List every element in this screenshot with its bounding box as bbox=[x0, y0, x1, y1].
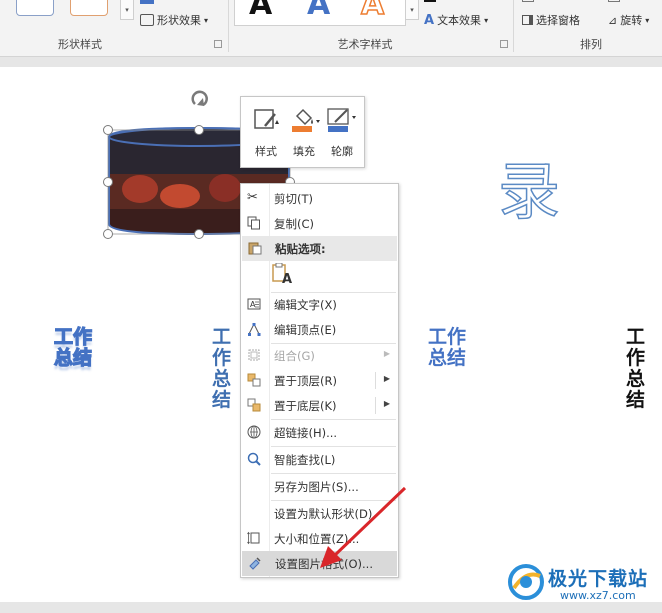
fill-button[interactable]: 填充 bbox=[285, 103, 323, 161]
split-divider bbox=[375, 372, 376, 389]
shape-style-thumbnail[interactable] bbox=[16, 0, 54, 16]
title-line: 工作 bbox=[626, 327, 646, 369]
shape-effects-icon bbox=[140, 14, 154, 26]
title-line: 总结 bbox=[428, 347, 467, 369]
ribbon: ▾ ▔▔▔▔ 形状效果 ▾ 形状样式 A A A ▾ A 文本效果 ▾ 艺术字样… bbox=[0, 0, 662, 57]
fill-bucket-icon bbox=[292, 108, 320, 132]
send-to-back-icon bbox=[247, 398, 261, 412]
menu-item-edit-text[interactable]: A 编辑文字(X) bbox=[241, 292, 398, 317]
wordart-gallery[interactable]: A A A bbox=[234, 0, 406, 26]
wordart-sample-black[interactable]: A bbox=[249, 0, 272, 22]
wordart-sample-blue[interactable]: A bbox=[307, 0, 330, 22]
split-divider bbox=[375, 397, 376, 414]
style-button[interactable]: 样式 bbox=[247, 103, 285, 161]
title-line: 总结 bbox=[212, 368, 232, 411]
outline-icon bbox=[140, 0, 154, 4]
text-effects-icon: A bbox=[424, 12, 435, 28]
copy-icon bbox=[247, 216, 260, 230]
paste-sample-letter: A bbox=[282, 272, 293, 287]
shape-styles-launcher[interactable] bbox=[214, 40, 222, 48]
wordart-title-2[interactable]: 工作 总结 bbox=[212, 327, 240, 411]
title-line: 工作 bbox=[212, 327, 232, 369]
rotate-icon: ⊿ bbox=[608, 13, 618, 27]
wordart-title-3[interactable]: 工作 总结 bbox=[428, 327, 466, 369]
title-line: 工作 bbox=[428, 326, 467, 348]
format-picture-icon bbox=[249, 557, 261, 570]
submenu-arrow-icon[interactable]: ▶ bbox=[384, 374, 390, 383]
group-icon bbox=[248, 349, 260, 361]
align-partial[interactable] bbox=[608, 0, 620, 2]
menu-paste-options-header: 粘贴选项: bbox=[242, 236, 397, 261]
workspace-background bbox=[0, 57, 662, 67]
mini-toolbar: 样式 填充 轮廓 bbox=[240, 96, 365, 168]
group-divider bbox=[228, 0, 229, 52]
menu-item-copy[interactable]: 复制(C) bbox=[241, 211, 398, 236]
bring-to-front-icon bbox=[247, 373, 261, 387]
paste-icon bbox=[248, 242, 262, 255]
wordart-group-label: 艺术字样式 bbox=[337, 38, 393, 51]
submenu-arrow-icon[interactable]: ▶ bbox=[384, 399, 390, 408]
submenu-arrow-icon: ▶ bbox=[383, 349, 390, 358]
wordart-title-1[interactable]: 工作 总结 bbox=[53, 326, 93, 369]
menu-item-cut[interactable]: ✂ 剪切(T) bbox=[241, 186, 398, 211]
bring-forward-partial[interactable] bbox=[522, 0, 534, 2]
text-fill-button[interactable] bbox=[424, 0, 436, 2]
shape-effects-label: 形状效果 bbox=[157, 14, 201, 27]
title-line: 总结 bbox=[53, 347, 93, 369]
hyperlink-icon bbox=[247, 425, 261, 439]
group-divider bbox=[513, 0, 514, 52]
watermark: 极光下载站 www.xz7.com bbox=[504, 558, 662, 608]
watermark-brand: 极光下载站 bbox=[548, 568, 649, 590]
shape-styles-group-label: 形状样式 bbox=[58, 38, 102, 51]
annotation-arrow-icon bbox=[320, 486, 407, 568]
title-line: 工作 bbox=[53, 326, 93, 348]
watermark-url: www.xz7.com bbox=[560, 589, 636, 602]
shape-outline-button[interactable]: ▔▔▔▔ bbox=[140, 0, 191, 7]
wordart-big-char[interactable]: 录 bbox=[497, 157, 561, 227]
outline-label: 轮廓 bbox=[331, 145, 353, 158]
paste-keep-text-only-button[interactable]: A bbox=[271, 262, 293, 289]
menu-item-hyperlink[interactable]: 超链接(H)... bbox=[241, 420, 398, 445]
size-position-icon bbox=[247, 531, 260, 545]
wordart-launcher[interactable] bbox=[500, 40, 508, 48]
shape-styles-more-button[interactable]: ▾ bbox=[120, 0, 134, 20]
layer-icon bbox=[522, 0, 534, 2]
wordart-sample-orange[interactable]: A bbox=[360, 0, 385, 23]
fill-label: 填充 bbox=[293, 145, 315, 158]
wordart-more-button[interactable]: ▾ bbox=[405, 0, 419, 20]
outline-button[interactable]: 轮廓 bbox=[323, 103, 361, 161]
style-label: 样式 bbox=[255, 145, 277, 158]
menu-item-edit-points[interactable]: 编辑顶点(E) bbox=[241, 317, 398, 342]
edit-points-icon bbox=[248, 322, 261, 336]
wordart-title-4[interactable]: 工作 总结 bbox=[626, 327, 662, 411]
text-fill-icon bbox=[424, 0, 436, 2]
text-effects-label: 文本效果 bbox=[437, 14, 482, 27]
style-brush-icon bbox=[254, 109, 279, 129]
menu-item-smart-lookup[interactable]: 智能查找(L) bbox=[241, 447, 398, 472]
rotate-handle-icon[interactable] bbox=[191, 90, 208, 107]
arrange-group-label: 排列 bbox=[580, 38, 602, 51]
selection-pane-icon bbox=[522, 15, 533, 25]
rotate-label: 旋转 bbox=[620, 14, 643, 27]
align-icon bbox=[608, 0, 620, 2]
shape-effects-button[interactable]: 形状效果 ▾ bbox=[140, 12, 208, 28]
status-strip bbox=[0, 602, 662, 613]
outline-pen-icon bbox=[327, 108, 356, 132]
rotate-button[interactable]: ⊿ 旋转 ▾ bbox=[608, 12, 649, 28]
smart-lookup-icon bbox=[247, 452, 261, 466]
selection-pane-button[interactable]: 选择窗格 bbox=[522, 12, 580, 28]
text-effects-button[interactable]: A 文本效果 ▾ bbox=[424, 12, 488, 28]
edit-text-icon: A bbox=[247, 298, 261, 310]
shape-style-thumbnail[interactable] bbox=[70, 0, 108, 16]
menu-item-group: 组合(G) ▶ bbox=[241, 343, 398, 368]
title-line: 总结 bbox=[626, 368, 646, 411]
menu-item-send-to-back[interactable]: 置于底层(K) ▶ bbox=[241, 393, 398, 418]
selection-pane-label: 选择窗格 bbox=[536, 14, 580, 27]
menu-item-bring-to-front[interactable]: 置于顶层(R) ▶ bbox=[241, 368, 398, 393]
site-logo-icon bbox=[508, 564, 544, 600]
scissors-icon: ✂ bbox=[247, 190, 258, 205]
